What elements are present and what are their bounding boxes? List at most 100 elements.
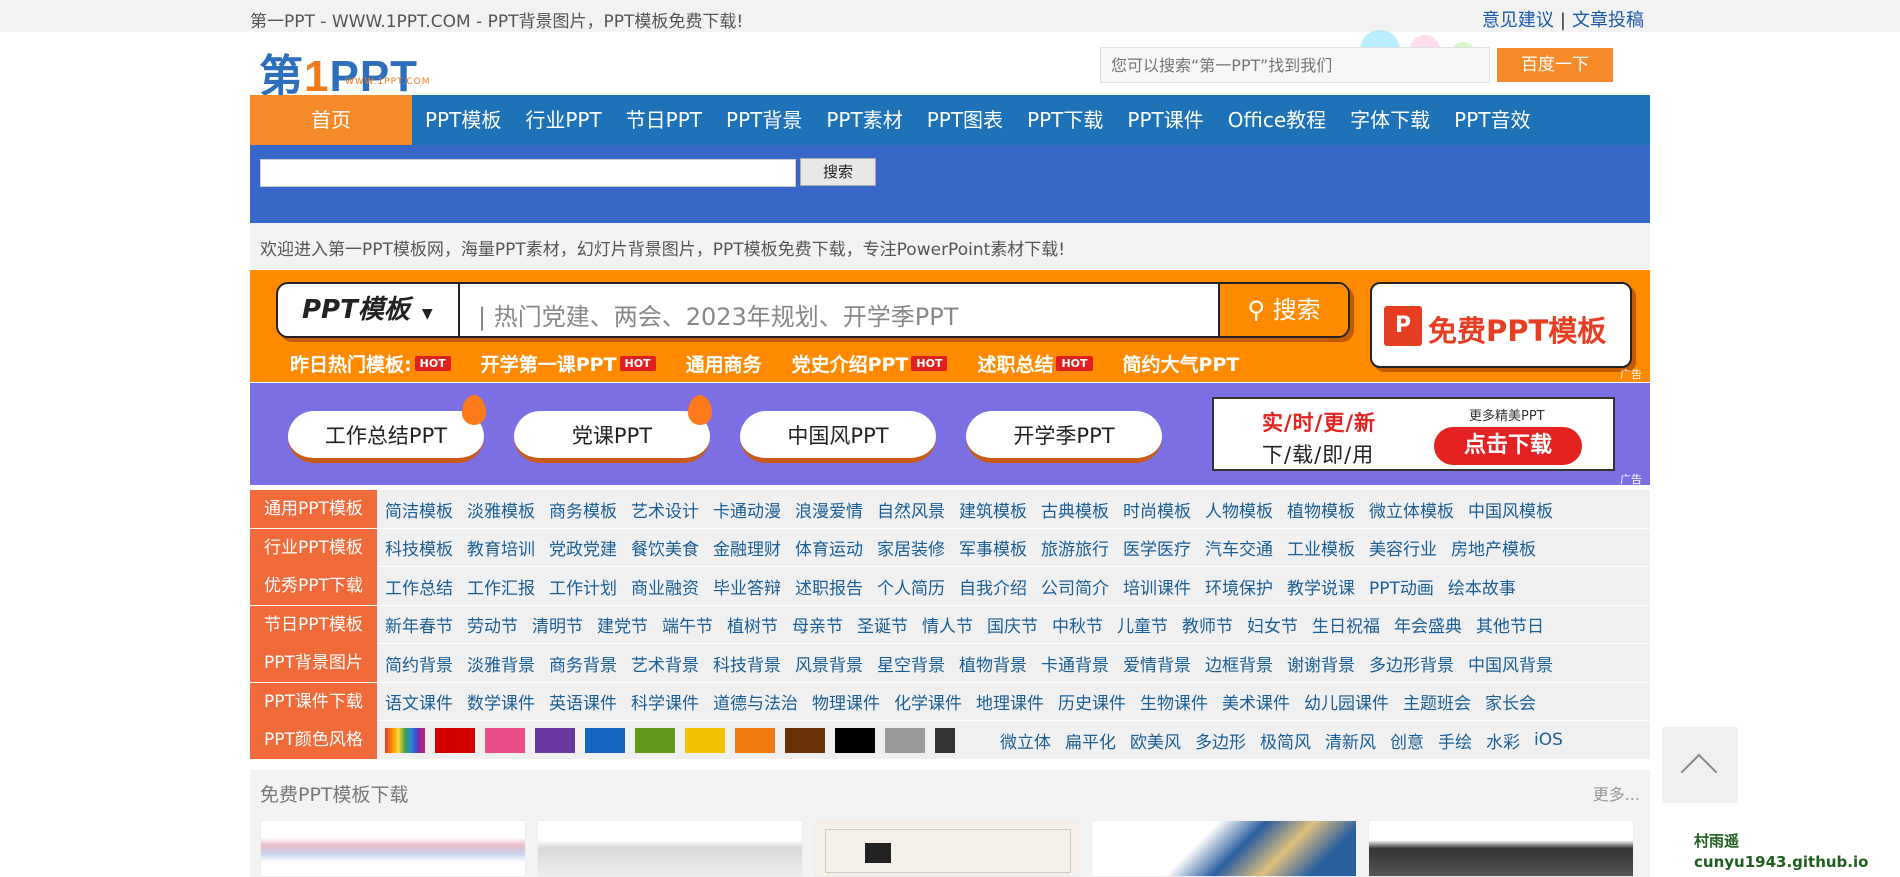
category-link[interactable]: 人物模板 xyxy=(1205,497,1273,522)
hot-item[interactable]: 述职总结 HOT xyxy=(977,350,1093,377)
download-button[interactable]: 点击下载 xyxy=(1434,427,1582,465)
category-link[interactable]: 艺术背景 xyxy=(631,651,699,676)
category-link[interactable]: 科学课件 xyxy=(631,689,699,714)
color-swatch[interactable] xyxy=(435,728,475,753)
promo-download-box[interactable]: 实/时/更/新 下/载/即/用 更多精美PPT 点击下载 xyxy=(1212,397,1615,471)
hot-item[interactable]: 党史介绍PPT HOT xyxy=(792,350,948,377)
category-link[interactable]: 情人节 xyxy=(922,612,973,637)
category-link[interactable]: 微立体模板 xyxy=(1369,497,1454,522)
category-link[interactable]: 商务模板 xyxy=(549,497,617,522)
category-link[interactable]: 科技背景 xyxy=(713,651,781,676)
color-swatch[interactable] xyxy=(935,728,955,753)
template-thumbnail[interactable] xyxy=(1368,820,1634,877)
category-link[interactable]: 环境保护 xyxy=(1205,574,1273,599)
category-link[interactable]: 艺术设计 xyxy=(631,497,699,522)
category-link[interactable]: 简洁模板 xyxy=(385,497,453,522)
style-link[interactable]: 多边形 xyxy=(1195,728,1246,753)
category-link[interactable]: 时尚模板 xyxy=(1123,497,1191,522)
category-link[interactable]: 医学医疗 xyxy=(1123,535,1191,560)
category-link[interactable]: 语文课件 xyxy=(385,689,453,714)
template-thumbnail[interactable] xyxy=(537,820,803,877)
baidu-search-button[interactable]: 百度一下 xyxy=(1497,48,1613,82)
category-link[interactable]: 植物背景 xyxy=(959,651,1027,676)
category-link[interactable]: 商务背景 xyxy=(549,651,617,676)
submit-article-link[interactable]: 文章投稿 xyxy=(1572,10,1644,31)
category-link[interactable]: 年会盛典 xyxy=(1394,612,1462,637)
more-link[interactable]: 更多... xyxy=(1593,781,1640,805)
category-link[interactable]: 中国风模板 xyxy=(1468,497,1553,522)
category-link[interactable]: 公司简介 xyxy=(1041,574,1109,599)
category-link[interactable]: 多边形背景 xyxy=(1369,651,1454,676)
ad-search-category[interactable]: PPT模板 ▼ xyxy=(278,284,460,336)
category-link[interactable]: 物理课件 xyxy=(812,689,880,714)
color-swatch[interactable] xyxy=(535,728,575,753)
category-link[interactable]: 边框背景 xyxy=(1205,651,1273,676)
category-link[interactable]: 中国风背景 xyxy=(1468,651,1553,676)
nav-item-charts[interactable]: PPT图表 xyxy=(927,95,1003,145)
site-logo[interactable]: 第1PPT WWW.1PPT.COM xyxy=(259,40,464,101)
nav-item-download[interactable]: PPT下载 xyxy=(1027,95,1103,145)
category-link[interactable]: 母亲节 xyxy=(792,612,843,637)
hot-item[interactable]: 简约大气PPT xyxy=(1123,350,1240,377)
style-link[interactable]: 手绘 xyxy=(1438,728,1472,753)
category-link[interactable]: 军事模板 xyxy=(959,535,1027,560)
category-link[interactable]: PPT动画 xyxy=(1369,574,1434,599)
category-link[interactable]: 其他节日 xyxy=(1476,612,1544,637)
nav-item-materials[interactable]: PPT素材 xyxy=(826,95,902,145)
color-swatch[interactable] xyxy=(785,728,825,753)
nav-item-ppt-templates[interactable]: PPT模板 xyxy=(425,95,501,145)
category-label[interactable]: PPT课件下载 xyxy=(250,682,377,721)
category-label[interactable]: 节日PPT模板 xyxy=(250,605,377,644)
category-label[interactable]: 通用PPT模板 xyxy=(250,490,377,528)
ad-search-button[interactable]: ⚲ 搜索 xyxy=(1218,284,1348,336)
category-link[interactable]: 金融理财 xyxy=(713,535,781,560)
category-link[interactable]: 幼儿园课件 xyxy=(1304,689,1389,714)
category-link[interactable]: 化学课件 xyxy=(894,689,962,714)
hot-item[interactable]: 开学 第一课PPT HOT xyxy=(481,350,656,377)
category-link[interactable]: 道德与法治 xyxy=(713,689,798,714)
category-link[interactable]: 星空背景 xyxy=(877,651,945,676)
color-swatch[interactable] xyxy=(485,728,525,753)
category-link[interactable]: 数学课件 xyxy=(467,689,535,714)
category-link[interactable]: 淡雅模板 xyxy=(467,497,535,522)
category-link[interactable]: 简约背景 xyxy=(385,651,453,676)
nav-home[interactable]: 首页 xyxy=(250,95,412,145)
pill-work-summary[interactable]: 工作总结PPT xyxy=(288,411,484,463)
pill-back-to-school[interactable]: 开学季PPT xyxy=(966,411,1162,463)
style-link[interactable]: 水彩 xyxy=(1486,728,1520,753)
category-link[interactable]: 教育培训 xyxy=(467,535,535,560)
template-thumbnail[interactable] xyxy=(814,820,1080,877)
category-link[interactable]: 清明节 xyxy=(532,612,583,637)
color-swatch[interactable] xyxy=(885,728,925,753)
color-swatch[interactable] xyxy=(385,728,425,753)
nav-item-courseware[interactable]: PPT课件 xyxy=(1127,95,1203,145)
category-link[interactable]: 主题班会 xyxy=(1403,689,1471,714)
template-thumbnail[interactable] xyxy=(1091,820,1357,877)
nav-item-backgrounds[interactable]: PPT背景 xyxy=(726,95,802,145)
category-link[interactable]: 儿童节 xyxy=(1117,612,1168,637)
category-link[interactable]: 古典模板 xyxy=(1041,497,1109,522)
color-swatch[interactable] xyxy=(835,728,875,753)
category-link[interactable]: 植树节 xyxy=(727,612,778,637)
color-swatch[interactable] xyxy=(635,728,675,753)
category-link[interactable]: 地理课件 xyxy=(976,689,1044,714)
category-link[interactable]: 家长会 xyxy=(1485,689,1536,714)
category-link[interactable]: 旅游旅行 xyxy=(1041,535,1109,560)
category-link[interactable]: 英语课件 xyxy=(549,689,617,714)
style-link[interactable]: 创意 xyxy=(1390,728,1424,753)
category-link[interactable]: 述职报告 xyxy=(795,574,863,599)
category-link[interactable]: 爱情背景 xyxy=(1123,651,1191,676)
category-link[interactable]: 端午节 xyxy=(662,612,713,637)
category-link[interactable]: 美容行业 xyxy=(1369,535,1437,560)
category-link[interactable]: 绘本故事 xyxy=(1448,574,1516,599)
category-link[interactable]: 商业融资 xyxy=(631,574,699,599)
site-search-button[interactable]: 搜索 xyxy=(800,158,876,186)
category-link[interactable]: 卡通背景 xyxy=(1041,651,1109,676)
category-link[interactable]: 妇女节 xyxy=(1247,612,1298,637)
category-link[interactable]: 党政党建 xyxy=(549,535,617,560)
category-link[interactable]: 科技模板 xyxy=(385,535,453,560)
style-link[interactable]: 清新风 xyxy=(1325,728,1376,753)
feedback-link[interactable]: 意见建议 xyxy=(1482,10,1554,31)
category-link[interactable]: 中秋节 xyxy=(1052,612,1103,637)
category-link[interactable]: 浪漫爱情 xyxy=(795,497,863,522)
